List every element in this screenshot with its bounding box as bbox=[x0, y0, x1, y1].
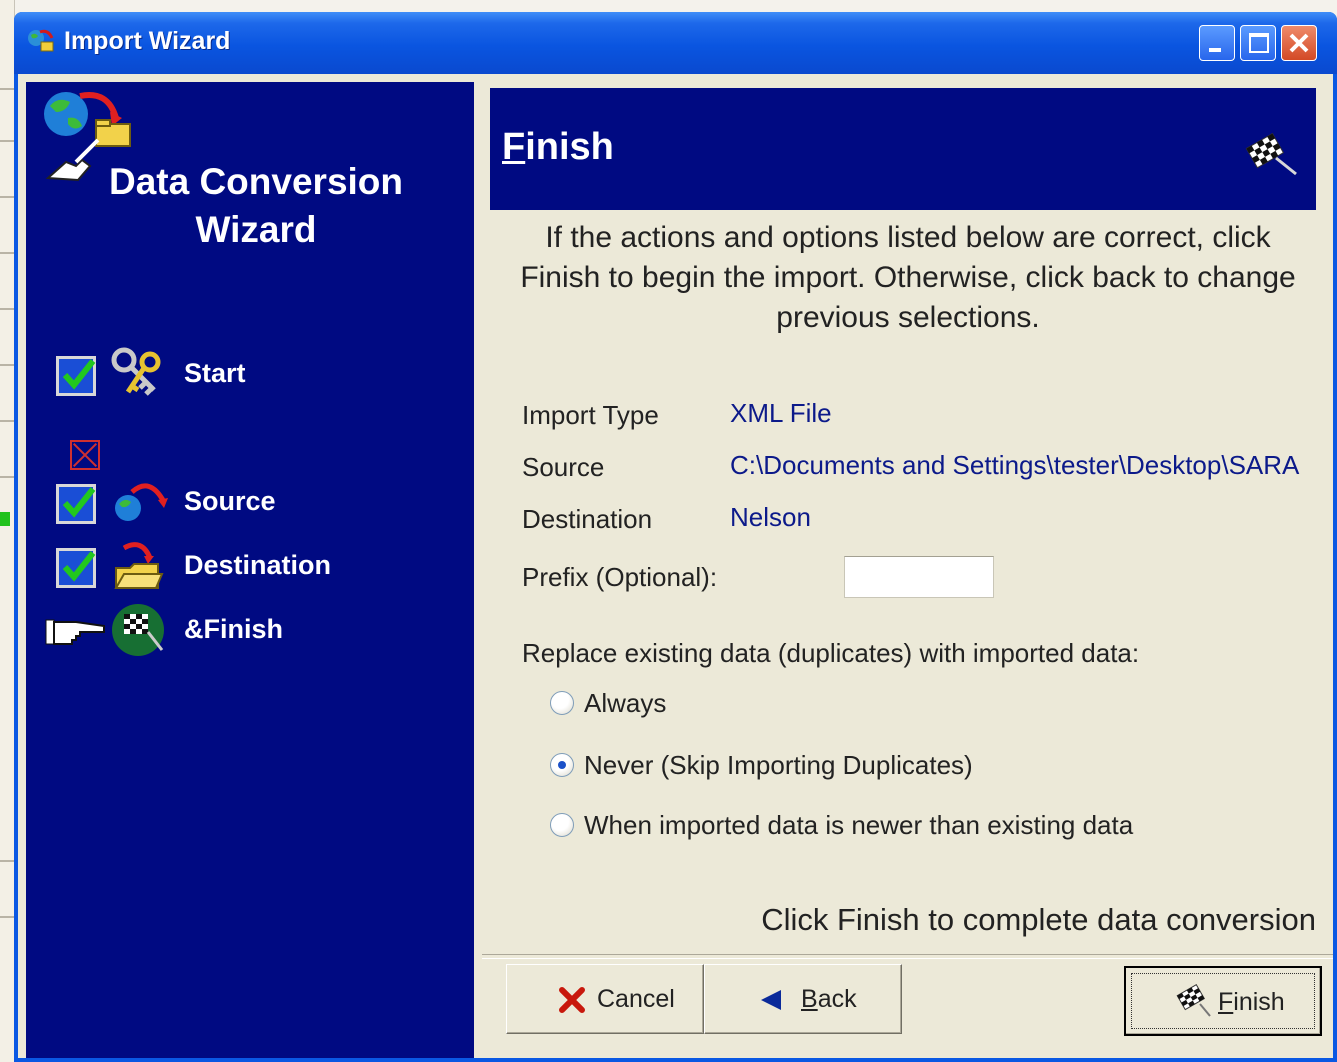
import-type-label: Import Type bbox=[522, 400, 659, 430]
back-button[interactable]: Back bbox=[704, 964, 902, 1034]
radio-always[interactable] bbox=[550, 691, 574, 715]
page-title: Finish bbox=[502, 126, 614, 168]
checkered-flag-icon bbox=[112, 604, 164, 656]
keys-icon bbox=[111, 347, 161, 396]
window-title: Import Wizard bbox=[64, 27, 231, 55]
close-button[interactable] bbox=[1281, 25, 1317, 61]
page-header: Finish bbox=[490, 88, 1316, 210]
checkmark-icon bbox=[62, 487, 96, 518]
import-type-value: XML File bbox=[730, 398, 832, 428]
destination-label: Destination bbox=[522, 504, 653, 534]
prefix-input[interactable] bbox=[844, 556, 994, 598]
minimize-button[interactable] bbox=[1199, 25, 1235, 61]
step-destination-checkbox bbox=[56, 548, 96, 588]
destination-value: Nelson bbox=[730, 502, 811, 532]
step-start-checkbox bbox=[56, 356, 96, 396]
sidebar-title-line2: Wizard bbox=[195, 209, 317, 250]
prefix-label: Prefix (Optional): bbox=[522, 562, 718, 592]
checkered-flag-icon bbox=[1176, 984, 1211, 1017]
intro-text: If the actions and options listed below … bbox=[520, 221, 1296, 334]
maximize-icon bbox=[1249, 33, 1269, 53]
step-finish: &Finish bbox=[26, 602, 474, 658]
step-start: Start bbox=[26, 346, 474, 402]
cancel-button-label: Cancel bbox=[597, 985, 675, 1013]
desktop-background bbox=[0, 0, 15, 1062]
cancel-x-icon bbox=[559, 987, 585, 1013]
globe-arrow-icon bbox=[115, 483, 168, 521]
radio-when-newer-label[interactable]: When imported data is newer than existin… bbox=[584, 810, 1133, 841]
step-source: Source bbox=[26, 474, 474, 530]
wizard-body: Data Conversion Wizard Start Source Dest… bbox=[18, 74, 1333, 1058]
footnote-text: Click Finish to complete data conversion bbox=[761, 902, 1316, 937]
radio-always-label[interactable]: Always bbox=[584, 688, 666, 719]
cancel-button[interactable]: Cancel bbox=[506, 964, 704, 1034]
finish-button[interactable]: Finish bbox=[1124, 966, 1322, 1036]
back-button-label: Back bbox=[801, 985, 857, 1013]
import-wizard-window: Import Wizard Data Conversion Wizard Sta… bbox=[14, 12, 1337, 1062]
step-start-label: Start bbox=[184, 358, 246, 388]
source-label: Source bbox=[522, 452, 605, 482]
step-destination: Destination bbox=[26, 538, 474, 594]
source-value: C:\Documents and Settings\tester\Desktop… bbox=[730, 450, 1300, 480]
radio-selected-dot bbox=[558, 761, 566, 769]
step-source-checkbox bbox=[56, 484, 96, 524]
radio-never-label[interactable]: Never (Skip Importing Duplicates) bbox=[584, 750, 973, 781]
minimize-icon bbox=[1209, 48, 1221, 52]
step-finish-label: &Finish bbox=[184, 614, 283, 644]
sidebar-title: Data Conversion Wizard bbox=[76, 158, 436, 254]
step-source-label: Source bbox=[184, 486, 276, 516]
step-unchecked-box bbox=[70, 440, 100, 470]
checkmark-icon bbox=[62, 551, 96, 582]
radio-never[interactable] bbox=[550, 753, 574, 777]
checkmark-icon bbox=[62, 359, 96, 390]
back-arrow-icon bbox=[761, 990, 781, 1010]
close-icon bbox=[1289, 33, 1309, 53]
wizard-app-icon bbox=[28, 29, 54, 52]
wizard-sidebar: Data Conversion Wizard Start Source Dest… bbox=[26, 82, 474, 1058]
radio-when-newer[interactable] bbox=[550, 813, 574, 837]
sidebar-title-line1: Data Conversion bbox=[108, 161, 403, 202]
step-destination-label: Destination bbox=[184, 550, 332, 580]
checkered-flag-icon bbox=[1245, 132, 1297, 176]
button-separator bbox=[482, 954, 1333, 959]
maximize-button[interactable] bbox=[1240, 25, 1276, 61]
title-bar[interactable]: Import Wizard bbox=[14, 12, 1337, 74]
folder-arrow-icon bbox=[114, 542, 164, 589]
pointing-hand-icon bbox=[45, 619, 105, 645]
finish-button-label: Finish bbox=[1218, 988, 1285, 1016]
replace-data-label: Replace existing data (duplicates) with … bbox=[522, 638, 1140, 668]
